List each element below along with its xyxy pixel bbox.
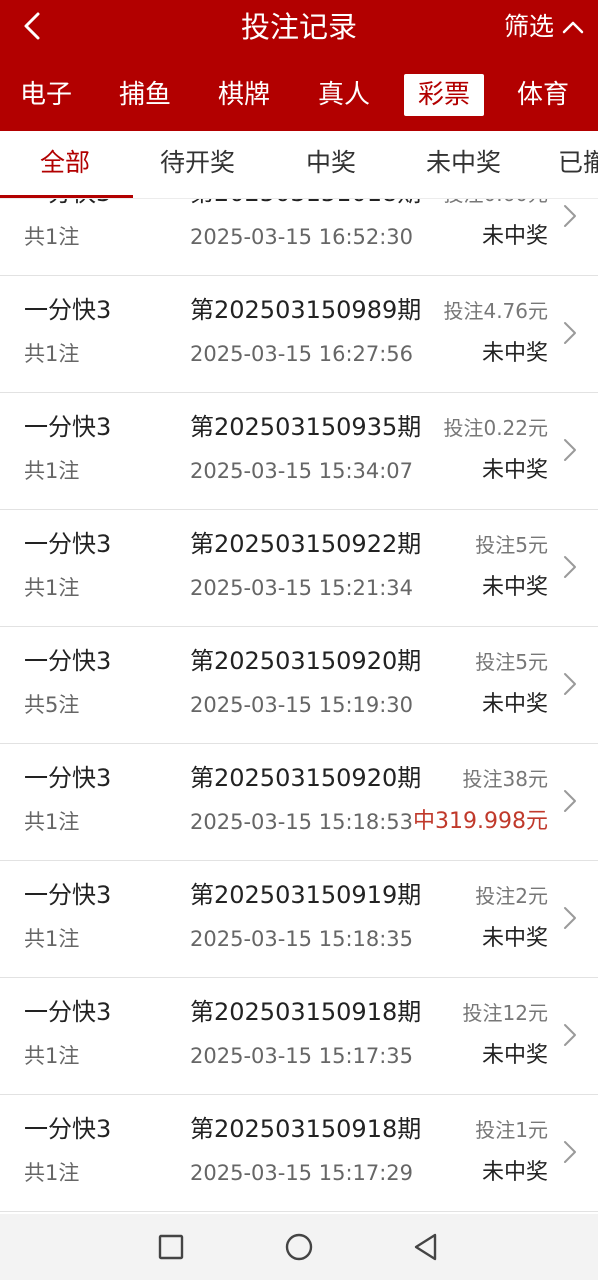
filter-button[interactable]: 筛选 <box>504 12 584 42</box>
record-bet-count: 共1注 <box>24 810 80 834</box>
record-status: 未中奖 <box>481 926 548 951</box>
record-game-name: 一分快3 <box>24 647 112 675</box>
chevron-up-icon <box>562 21 584 34</box>
record-bet-count: 共1注 <box>24 1044 80 1068</box>
home-button[interactable] <box>284 1232 314 1262</box>
record-issue-number: 第202503150920期 <box>190 764 422 792</box>
record-status: 未中奖 <box>481 1043 548 1068</box>
record-game-name: 一分快3 <box>24 199 111 208</box>
record-status: 未中奖 <box>481 458 548 483</box>
record-status: 未中奖 <box>481 1160 548 1185</box>
record-status: 未中奖 <box>481 341 548 366</box>
record-bet-count: 共1注 <box>24 225 80 249</box>
record-time: 2025-03-15 15:17:35 <box>190 1044 414 1068</box>
bet-record-row[interactable]: 一分快3 共1注 第202503150922期 2025-03-15 15:21:34… <box>0 510 598 627</box>
tab-all[interactable]: 全部 <box>40 148 90 178</box>
record-issue-number: 第202503150919期 <box>190 881 422 909</box>
record-bet-amount: 投注1元 <box>475 1118 548 1142</box>
record-game-name: 一分快3 <box>24 296 112 324</box>
bet-record-list: 一分快3 共1注 第202503151018期 2025-03-15 16:52:30… <box>0 199 598 1214</box>
bet-record-row[interactable]: 一分快3 共1注 第202503150919期 2025-03-15 15:18:35… <box>0 861 598 978</box>
category-fishing[interactable]: 捕鱼 <box>117 74 173 116</box>
record-game-name: 一分快3 <box>24 881 112 909</box>
record-time: 2025-03-15 15:17:29 <box>190 1161 414 1185</box>
record-status: 未中奖 <box>481 224 548 249</box>
record-bet-count: 共1注 <box>24 459 80 483</box>
chevron-right-icon <box>564 322 576 344</box>
category-lottery[interactable]: 彩票 <box>404 74 484 116</box>
record-status: 未中奖 <box>481 575 548 600</box>
record-time: 2025-03-15 15:34:07 <box>190 459 414 483</box>
record-bet-count: 共1注 <box>24 1161 80 1185</box>
record-bet-count: 共1注 <box>24 927 80 951</box>
record-time: 2025-03-15 16:27:56 <box>190 342 414 366</box>
record-time: 2025-03-15 16:52:30 <box>190 225 414 249</box>
chevron-right-icon <box>564 1141 576 1163</box>
status-tabs: 全部 待开奖 中奖 未中奖 已撤 <box>0 131 598 199</box>
nav-back-button[interactable] <box>411 1232 441 1262</box>
bet-record-row[interactable]: 一分快3 共1注 第202503150918期 2025-03-15 15:17:29… <box>0 1095 598 1212</box>
tab-pending[interactable]: 待开奖 <box>160 148 235 178</box>
category-sports[interactable]: 体育 <box>515 74 571 116</box>
chevron-right-icon <box>564 556 576 578</box>
tab-won[interactable]: 中奖 <box>306 148 356 178</box>
tab-lost[interactable]: 未中奖 <box>426 148 501 178</box>
chevron-right-icon <box>564 790 576 812</box>
chevron-right-icon <box>564 907 576 929</box>
category-bar: 电子 捕鱼 棋牌 真人 彩票 体育 <box>0 74 598 120</box>
filter-label: 筛选 <box>503 12 554 41</box>
bet-record-row[interactable]: 一分快3 共1注 第202503150918期 2025-03-15 15:17:35… <box>0 978 598 1095</box>
record-game-name: 一分快3 <box>24 530 112 558</box>
record-issue-number: 第202503150918期 <box>190 1115 422 1143</box>
record-bet-amount: 投注2元 <box>475 884 548 908</box>
record-bet-count: 共1注 <box>24 576 80 600</box>
chevron-right-icon <box>564 1024 576 1046</box>
record-game-name: 一分快3 <box>24 998 112 1026</box>
chevron-right-icon <box>564 205 576 227</box>
bet-record-row[interactable]: 一分快3 共1注 第202503150935期 2025-03-15 15:34:07… <box>0 393 598 510</box>
record-bet-count: 共5注 <box>24 693 80 717</box>
record-time: 2025-03-15 15:21:34 <box>190 576 414 600</box>
record-bet-amount: 投注4.76元 <box>443 299 548 323</box>
bet-record-row[interactable]: 一分快3 共1注 第202503150989期 2025-03-15 16:27:56… <box>0 276 598 393</box>
record-bet-amount: 投注5元 <box>475 650 548 674</box>
recent-apps-button[interactable] <box>156 1232 186 1262</box>
bet-record-row[interactable]: 一分快3 共1注 第202503151018期 2025-03-15 16:52:30… <box>0 199 598 276</box>
record-bet-amount: 投注0.60元 <box>443 199 548 207</box>
record-bet-amount: 投注5元 <box>475 533 548 557</box>
record-bet-count: 共1注 <box>24 342 80 366</box>
record-time: 2025-03-15 15:18:53 <box>190 810 414 834</box>
record-issue-number: 第202503151018期 <box>190 199 421 208</box>
record-bet-amount: 投注0.22元 <box>443 416 548 440</box>
record-time: 2025-03-15 15:18:35 <box>190 927 414 951</box>
system-nav-bar <box>0 1214 598 1280</box>
record-status: 中319.998元 <box>413 809 548 834</box>
recent-apps-icon <box>158 1234 184 1260</box>
chevron-right-icon <box>564 439 576 461</box>
record-bet-amount: 投注12元 <box>462 1001 548 1025</box>
record-game-name: 一分快3 <box>24 1115 112 1143</box>
record-issue-number: 第202503150989期 <box>190 296 422 324</box>
category-live[interactable]: 真人 <box>316 74 372 116</box>
record-game-name: 一分快3 <box>24 764 112 792</box>
record-issue-number: 第202503150922期 <box>190 530 422 558</box>
app-header: 投注记录 筛选 电子 捕鱼 棋牌 真人 彩票 体育 <box>0 0 598 131</box>
record-bet-amount: 投注38元 <box>462 767 548 791</box>
category-electronic[interactable]: 电子 <box>18 74 74 116</box>
home-icon <box>285 1233 313 1261</box>
record-issue-number: 第202503150918期 <box>190 998 422 1026</box>
bet-record-row[interactable]: 一分快3 共5注 第202503150920期 2025-03-15 15:19:30… <box>0 627 598 744</box>
record-issue-number: 第202503150920期 <box>190 647 422 675</box>
record-status: 未中奖 <box>481 692 548 717</box>
category-cards[interactable]: 棋牌 <box>216 74 272 116</box>
tab-cancelled[interactable]: 已撤 <box>558 148 598 178</box>
chevron-right-icon <box>564 673 576 695</box>
bet-record-row[interactable]: 一分快3 共1注 第202503150920期 2025-03-15 15:18:53… <box>0 744 598 861</box>
back-triangle-icon <box>414 1233 437 1261</box>
record-game-name: 一分快3 <box>24 413 112 441</box>
record-issue-number: 第202503150935期 <box>190 413 422 441</box>
record-time: 2025-03-15 15:19:30 <box>190 693 414 717</box>
